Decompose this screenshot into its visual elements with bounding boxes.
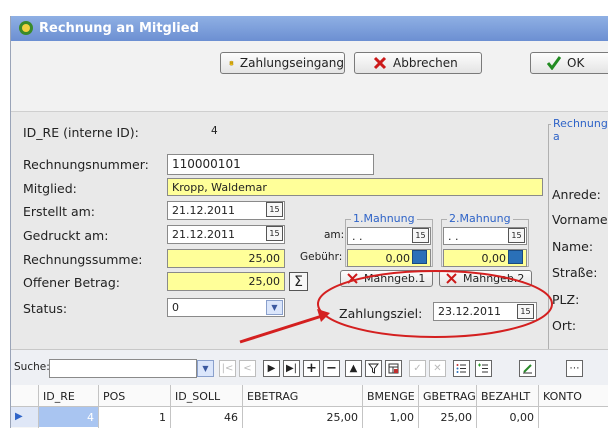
checkmark-icon [547, 56, 561, 70]
cancel-x-icon [347, 273, 358, 284]
toolbar: Zahlungseingang Abbrechen OK [11, 41, 608, 111]
name-label: Name: [552, 239, 594, 254]
mahngeb2-button[interactable]: Mahngeb.2 [439, 270, 532, 287]
positions-grid: ▶ ID_RE 4 POS 1 ID_SOLL 46 EBETRAG 25,00… [11, 385, 608, 428]
summe-label: Rechnungssumme: [23, 252, 143, 267]
abbrechen-button[interactable]: Abbrechen [354, 52, 482, 74]
first-record-icon[interactable]: |< [219, 360, 236, 377]
list-icon[interactable] [453, 360, 470, 377]
zahlungseingang-label: Zahlungseingang [239, 56, 344, 70]
ok-label: OK [567, 56, 585, 70]
search-toolbar: Suche: ▼ |< < ▶ ▶| + − ▲ ✓ ✕ ⋯ [11, 349, 608, 385]
column-gbetrag: GBETRAG 25,00 [419, 385, 477, 428]
title-bar: Rechnung an Mitglied [11, 16, 608, 41]
more-icon[interactable]: ⋯ [566, 360, 583, 377]
rechnungsnummer-field[interactable]: 110000101 [167, 154, 374, 175]
add-record-icon[interactable]: + [303, 360, 320, 377]
window-title: Rechnung an Mitglied [39, 21, 199, 36]
coins-icon [229, 60, 234, 66]
cell-pos[interactable]: 1 [99, 407, 170, 427]
chevron-down-icon[interactable]: ▼ [266, 300, 283, 315]
gedruckt-label: Gedruckt am: [23, 228, 109, 243]
search-input[interactable] [49, 359, 197, 378]
plz-label: PLZ: [552, 292, 580, 307]
rechnungsnummer-label: Rechnungsnummer: [23, 157, 149, 172]
sort-up-icon[interactable]: ▲ [345, 360, 362, 377]
calculator-icon[interactable] [508, 250, 523, 264]
strasse-label: Straße: [552, 265, 598, 280]
id-value: 4 [211, 125, 218, 137]
calculator-icon[interactable] [412, 250, 427, 264]
cell-bmenge[interactable]: 1,00 [363, 407, 418, 427]
column-id-re: ID_RE 4 [39, 385, 99, 428]
zahlungseingang-button[interactable]: Zahlungseingang [220, 52, 345, 74]
cell-bezahlt[interactable]: 0,00 [477, 407, 538, 427]
post-edit-icon[interactable]: ✓ [409, 360, 426, 377]
table-icon [388, 363, 399, 374]
next-record-icon[interactable]: ▶ [263, 360, 280, 377]
mitglied-label: Mitglied: [23, 181, 77, 196]
delete-record-icon[interactable]: − [323, 360, 340, 377]
mitglied-field[interactable]: Kropp, Waldemar [167, 178, 543, 196]
anrede-label: Anrede: [552, 187, 601, 202]
cancel-edit-icon[interactable]: ✕ [429, 360, 446, 377]
mahnung1-title: 1.Mahnung [351, 212, 417, 225]
rechnung-group [548, 124, 608, 350]
column-konto: KONTO [539, 385, 608, 428]
invoice-window: Rechnung an Mitglied Zahlungseingang Abb… [10, 16, 608, 428]
cell-gbetrag[interactable]: 25,00 [419, 407, 476, 427]
row-indicator-column: ▶ [11, 385, 39, 428]
app-icon [19, 21, 33, 35]
column-bezahlt: BEZAHLT 0,00 [477, 385, 539, 428]
cancel-x-icon [446, 273, 457, 284]
cell-konto[interactable] [539, 407, 608, 427]
am-label: am: [324, 229, 345, 241]
refresh-icon[interactable] [385, 360, 402, 377]
calendar-icon[interactable]: 15 [508, 228, 525, 243]
status-label: Status: [23, 301, 68, 316]
funnel-icon [368, 363, 379, 374]
column-pos: POS 1 [99, 385, 171, 428]
cell-id-re[interactable]: 4 [39, 407, 98, 427]
summe-field[interactable]: 25,00 [167, 249, 285, 268]
list-add-icon [478, 363, 488, 373]
calendar-icon[interactable]: 15 [266, 226, 283, 241]
mahngeb1-button[interactable]: Mahngeb.1 [340, 270, 433, 287]
filter-icon[interactable] [365, 360, 382, 377]
sum-icon[interactable]: Σ [289, 272, 308, 291]
calendar-icon[interactable]: 15 [517, 304, 534, 319]
prev-record-icon[interactable]: < [239, 360, 256, 377]
invoice-form: ID_RE (interne ID): 4 Rechnungsnummer: 1… [11, 111, 608, 350]
offen-label: Offener Betrag: [23, 275, 120, 290]
last-record-icon[interactable]: ▶| [283, 360, 300, 377]
cell-ebetrag[interactable]: 25,00 [243, 407, 362, 427]
search-label: Suche: [14, 361, 50, 373]
bullet-list-icon [456, 364, 466, 373]
column-bmenge: BMENGE 1,00 [363, 385, 419, 428]
ort-label: Ort: [552, 318, 577, 333]
cancel-x-icon [373, 56, 387, 70]
row-selector-icon[interactable]: ▶ [11, 407, 38, 427]
column-ebetrag: EBETRAG 25,00 [243, 385, 363, 428]
column-id-soll: ID_SOLL 46 [171, 385, 243, 428]
erstellt-label: Erstellt am: [23, 204, 96, 219]
mahnung2-title: 2.Mahnung [447, 212, 513, 225]
abbrechen-label: Abbrechen [393, 56, 458, 70]
calendar-icon[interactable]: 15 [412, 228, 429, 243]
add-list-icon[interactable] [475, 360, 492, 377]
edit-pencil-icon[interactable] [519, 360, 536, 377]
pencil-icon [523, 364, 532, 374]
ok-button[interactable]: OK [530, 52, 608, 74]
vorname-label: Vorname: [552, 212, 608, 227]
offen-field[interactable]: 25,00 [167, 272, 285, 291]
zahlungsziel-label: Zahlungsziel: [339, 306, 423, 321]
chevron-down-icon[interactable]: ▼ [197, 360, 214, 377]
rechnung-group-title: Rechnung a [551, 117, 608, 143]
calendar-icon[interactable]: 15 [266, 202, 283, 217]
id-label: ID_RE (interne ID): [23, 125, 139, 140]
cell-id-soll[interactable]: 46 [171, 407, 242, 427]
gebuehr-label: Gebühr: [300, 251, 343, 263]
